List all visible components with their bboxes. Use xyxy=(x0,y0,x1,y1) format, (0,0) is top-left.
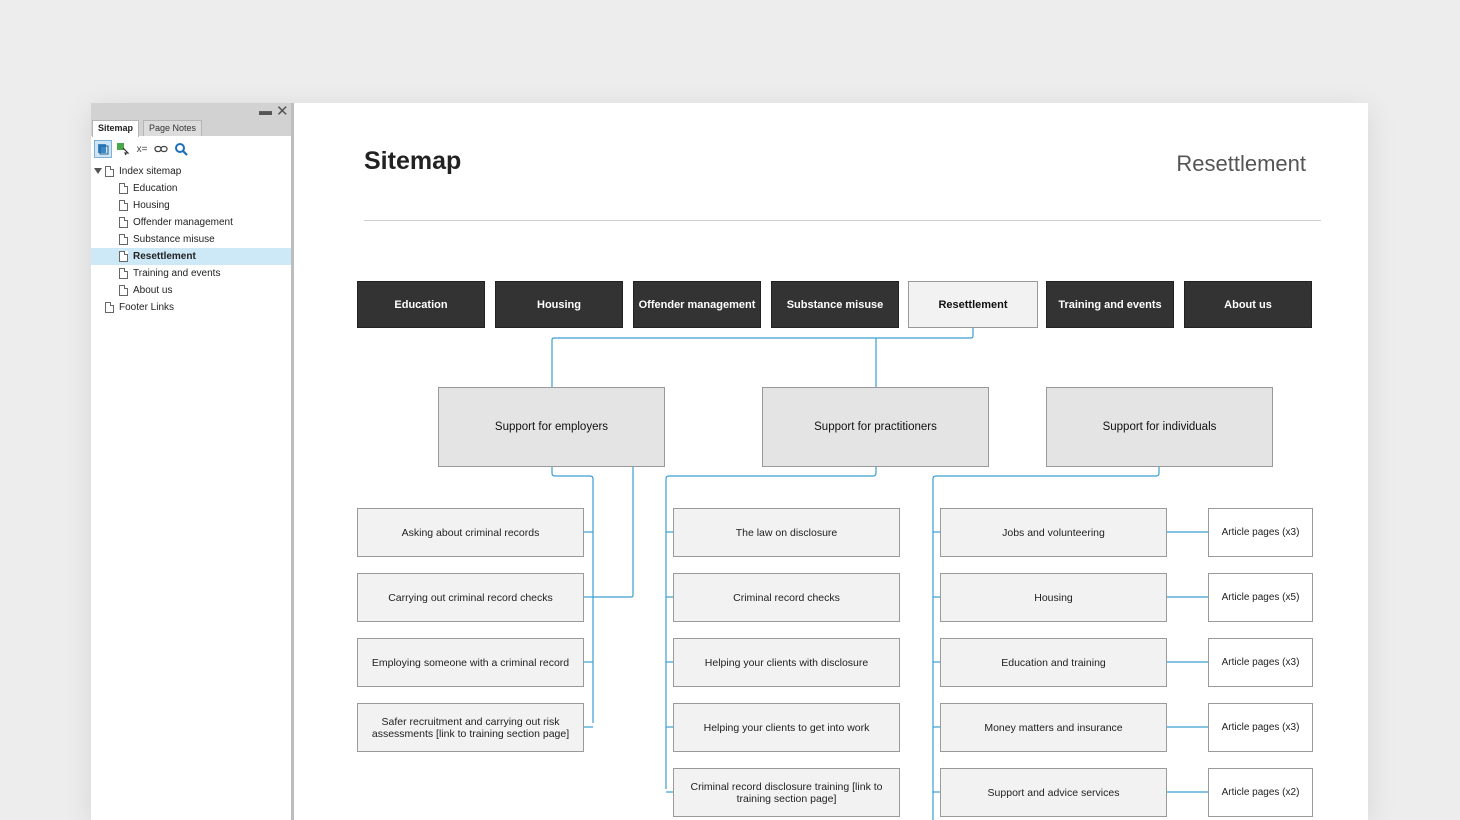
article-pages-box[interactable]: Article pages (x3) xyxy=(1208,508,1313,557)
page-money-matters-and-insurance[interactable]: Money matters and insurance xyxy=(940,703,1167,752)
tree-item-offender-management[interactable]: Offender management xyxy=(91,214,291,231)
page-helping-your-clients-with-disclosure[interactable]: Helping your clients with disclosure xyxy=(673,638,900,687)
variables-icon[interactable]: x= xyxy=(133,140,151,158)
article-pages-box[interactable]: Article pages (x3) xyxy=(1208,638,1313,687)
sitemap-canvas: Sitemap Resettlement Education Housing Off… xyxy=(294,103,1368,820)
link-icon[interactable] xyxy=(152,140,170,158)
page-criminal-record-checks[interactable]: Criminal record checks xyxy=(673,573,900,622)
add-page-icon[interactable] xyxy=(114,140,132,158)
tree-item-label: Resettlement xyxy=(133,251,196,262)
tree-item-label: About us xyxy=(133,285,173,296)
sitemap-tree: Index sitemap Education Housing Offender ma… xyxy=(91,163,291,316)
nav-box-about-us[interactable]: About us xyxy=(1184,281,1312,328)
nav-box-training-and-events[interactable]: Training and events xyxy=(1046,281,1174,328)
page-carrying-out-criminal-record-checks[interactable]: Carrying out criminal record checks xyxy=(357,573,584,622)
page-criminal-record-disclosure-training-link[interactable]: Criminal record disclosure training [lin… xyxy=(673,768,900,817)
tab-sitemap[interactable]: Sitemap xyxy=(92,120,140,137)
tree-item-label: Offender management xyxy=(133,217,233,228)
tree-item-label: Footer Links xyxy=(119,302,175,313)
tree-item-label: Substance misuse xyxy=(133,234,215,245)
page-the-law-on-disclosure[interactable]: The law on disclosure xyxy=(673,508,900,557)
close-icon[interactable]: ✕ xyxy=(276,104,289,119)
expand-arrow-icon[interactable] xyxy=(94,168,102,174)
tree-item-training-and-events[interactable]: Training and events xyxy=(91,265,291,282)
page-safer-recruitment-and-carrying-out-risk-[interactable]: Safer recruitment and carrying out risk … xyxy=(357,703,584,752)
panel-header: ▬ ✕ Sitemap Page Notes xyxy=(91,103,291,137)
tree-item-label: Training and events xyxy=(133,268,221,279)
tree-item-label: Housing xyxy=(133,200,170,211)
page-support-and-advice-services[interactable]: Support and advice services xyxy=(940,768,1167,817)
page-icon xyxy=(119,285,128,296)
nav-box-offender-management[interactable]: Offender management xyxy=(633,281,761,328)
tree-item-label: Education xyxy=(133,183,178,194)
section-support-for-individuals[interactable]: Support for individuals xyxy=(1046,387,1273,467)
page-employing-someone-with-a-criminal-record[interactable]: Employing someone with a criminal record xyxy=(357,638,584,687)
page-icon xyxy=(119,234,128,245)
page-housing[interactable]: Housing xyxy=(940,573,1167,622)
nav-box-housing[interactable]: Housing xyxy=(495,281,623,328)
page-helping-your-clients-to-get-into-work[interactable]: Helping your clients to get into work xyxy=(673,703,900,752)
page-asking-about-criminal-records[interactable]: Asking about criminal records xyxy=(357,508,584,557)
page-icon xyxy=(119,183,128,194)
page-education-and-training[interactable]: Education and training xyxy=(940,638,1167,687)
section-support-for-practitioners[interactable]: Support for practitioners xyxy=(762,387,989,467)
tree-item-label: Index sitemap xyxy=(119,166,182,177)
tree-item-footer-links[interactable]: Footer Links xyxy=(91,299,291,316)
sitemap-window: ▬ ✕ Sitemap Page Notes x= Index sitemap E… xyxy=(91,103,1368,820)
page-icon xyxy=(119,268,128,279)
tree-item-housing[interactable]: Housing xyxy=(91,197,291,214)
connector-employers-secondary xyxy=(593,467,634,598)
sitemap-toolbar: x= xyxy=(94,140,289,159)
tab-page-notes[interactable]: Page Notes xyxy=(143,120,203,136)
tree-item-index-sitemap[interactable]: Index sitemap xyxy=(91,163,291,180)
search-icon[interactable] xyxy=(172,140,190,158)
sitemap-panel: ▬ ✕ Sitemap Page Notes x= Index sitemap E… xyxy=(91,103,294,820)
page-icon xyxy=(119,200,128,211)
tree-item-education[interactable]: Education xyxy=(91,180,291,197)
section-support-for-employers[interactable]: Support for employers xyxy=(438,387,665,467)
article-pages-box[interactable]: Article pages (x2) xyxy=(1208,768,1313,817)
article-pages-box[interactable]: Article pages (x3) xyxy=(1208,703,1313,752)
minimize-icon[interactable]: ▬ xyxy=(259,104,272,118)
map-view-icon[interactable] xyxy=(94,140,112,158)
nav-box-substance-misuse[interactable]: Substance misuse xyxy=(771,281,899,328)
nav-box-resettlement[interactable]: Resettlement xyxy=(908,281,1038,328)
page-jobs-and-volunteering[interactable]: Jobs and volunteering xyxy=(940,508,1167,557)
page-icon xyxy=(105,166,114,177)
tree-item-resettlement[interactable]: Resettlement xyxy=(91,248,291,265)
page-icon xyxy=(119,251,128,262)
tree-item-substance-misuse[interactable]: Substance misuse xyxy=(91,231,291,248)
tree-item-about-us[interactable]: About us xyxy=(91,282,291,299)
nav-box-education[interactable]: Education xyxy=(357,281,485,328)
page-icon xyxy=(119,217,128,228)
article-pages-box[interactable]: Article pages (x5) xyxy=(1208,573,1313,622)
connector-nav-employers xyxy=(551,328,974,387)
page-icon xyxy=(105,302,114,313)
